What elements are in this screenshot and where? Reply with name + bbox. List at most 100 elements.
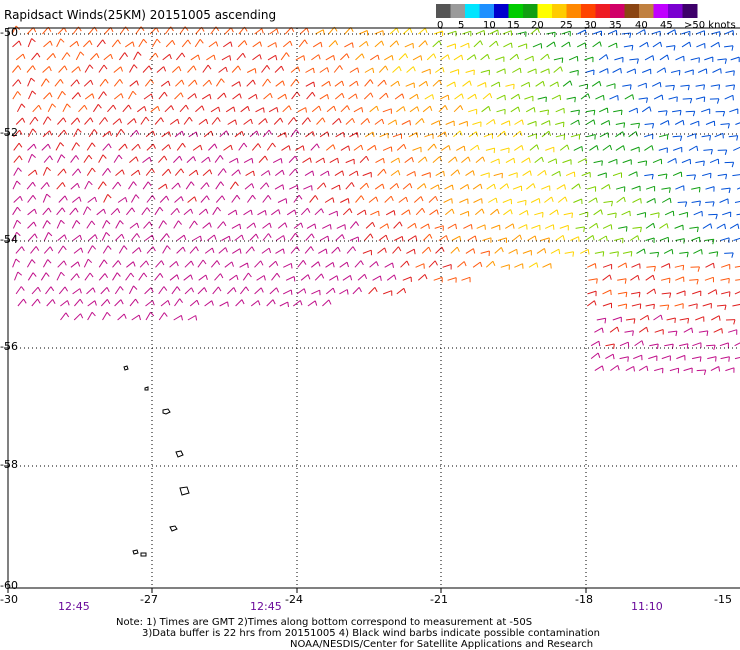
wind-barb xyxy=(86,220,93,229)
wind-barb-feather xyxy=(424,28,428,33)
wind-barb xyxy=(385,210,395,216)
wind-barb-feather xyxy=(625,292,628,298)
wind-barb-feather xyxy=(106,299,111,305)
wind-barb xyxy=(57,117,64,125)
wind-barb-feather xyxy=(333,105,337,111)
wind-barb xyxy=(398,196,407,203)
wind-barb-feather xyxy=(110,54,113,60)
wind-barb-feather xyxy=(724,304,727,311)
wind-barb xyxy=(602,302,612,307)
wind-barb xyxy=(43,155,51,163)
wind-barb-feather xyxy=(135,298,139,304)
time-label: 12:45 xyxy=(58,600,90,613)
wind-barb-feather xyxy=(205,208,209,214)
wind-barb-feather xyxy=(526,224,528,230)
wind-barb-feather xyxy=(168,131,171,137)
wind-barb xyxy=(658,147,668,151)
wind-barb-feather xyxy=(290,289,293,295)
wind-barb-feather xyxy=(312,68,315,74)
wind-barb xyxy=(171,182,179,190)
wind-barb xyxy=(609,94,618,100)
wind-barb-feather xyxy=(125,197,128,203)
wind-barb-feather xyxy=(128,104,132,110)
wind-barb-feather xyxy=(398,157,401,163)
wind-barb xyxy=(46,53,54,61)
legend-label: 40 xyxy=(635,20,648,31)
wind-barb-feather xyxy=(51,103,57,108)
wind-barb xyxy=(575,226,585,229)
wind-barb xyxy=(712,68,721,73)
wind-barb-feather xyxy=(222,221,227,227)
wind-barb xyxy=(84,64,91,73)
wind-barb xyxy=(678,343,689,347)
wind-barb xyxy=(386,274,395,281)
wind-barb xyxy=(45,286,52,295)
wind-barb-feather xyxy=(716,251,719,257)
wind-barb-feather xyxy=(31,90,37,95)
wind-barb-feather xyxy=(211,300,214,306)
wind-barb xyxy=(598,107,608,113)
wind-barb xyxy=(197,259,204,268)
wind-barb-feather xyxy=(77,92,81,98)
wind-barb-feather xyxy=(157,106,160,112)
wind-barb xyxy=(609,251,619,254)
wind-barb xyxy=(348,170,358,177)
wind-barb xyxy=(162,53,171,61)
wind-barb-feather xyxy=(18,40,22,46)
wind-barb xyxy=(237,40,245,48)
wind-barb-feather xyxy=(447,95,450,101)
wind-barb xyxy=(86,142,93,151)
wind-barb-feather xyxy=(106,311,111,317)
wind-barb-feather xyxy=(393,210,396,216)
wind-barb-feather xyxy=(307,274,311,280)
wind-barb-feather xyxy=(689,98,693,104)
wind-barb xyxy=(503,209,511,216)
wind-barb-feather xyxy=(112,104,117,110)
wind-barb xyxy=(531,224,540,229)
wind-barb xyxy=(115,220,121,229)
wind-barb xyxy=(733,237,740,241)
wind-barb-feather xyxy=(290,263,293,269)
wind-barb xyxy=(165,39,173,48)
wind-barb-feather xyxy=(413,249,416,255)
wind-barb-feather xyxy=(20,286,25,291)
wind-barb xyxy=(631,291,641,295)
wind-barb xyxy=(243,157,253,164)
wind-barb-feather xyxy=(596,145,599,151)
wind-barb xyxy=(570,236,579,241)
wind-barb-feather xyxy=(234,119,237,125)
wind-barb-feather xyxy=(76,79,80,85)
wind-barb-feather xyxy=(218,106,221,112)
wind-barb-feather xyxy=(241,234,244,240)
wind-barb-feather xyxy=(382,158,385,164)
wind-barb-feather xyxy=(599,41,602,47)
wind-barb-feather xyxy=(401,236,404,242)
wind-barb xyxy=(559,144,568,151)
wind-barb xyxy=(681,41,690,48)
wind-barb xyxy=(594,251,604,254)
wind-barb xyxy=(664,343,674,347)
wind-barb-feather xyxy=(396,27,400,33)
wind-barb xyxy=(615,186,625,190)
wind-barb-feather xyxy=(22,117,26,123)
wind-barb xyxy=(691,236,700,241)
wind-barb-feather xyxy=(479,40,483,46)
wind-barb-feather xyxy=(444,131,447,137)
wind-barb-feather xyxy=(80,313,84,319)
wind-barb xyxy=(98,91,104,100)
wind-barb xyxy=(645,274,654,281)
wind-barb xyxy=(660,263,670,268)
wind-barb xyxy=(458,120,468,125)
wind-barb-feather xyxy=(457,169,461,175)
wind-barb xyxy=(97,181,104,190)
wind-barb-feather xyxy=(241,299,245,305)
wind-barb-feather xyxy=(596,278,598,284)
wind-barb-feather xyxy=(252,79,256,85)
wind-barb xyxy=(735,122,740,125)
wind-barb xyxy=(262,194,269,203)
wind-barb xyxy=(378,234,387,241)
wind-barb xyxy=(271,272,278,281)
wind-barb xyxy=(117,196,126,203)
wind-barb-feather xyxy=(52,53,56,59)
wind-barb-feather xyxy=(307,207,311,213)
